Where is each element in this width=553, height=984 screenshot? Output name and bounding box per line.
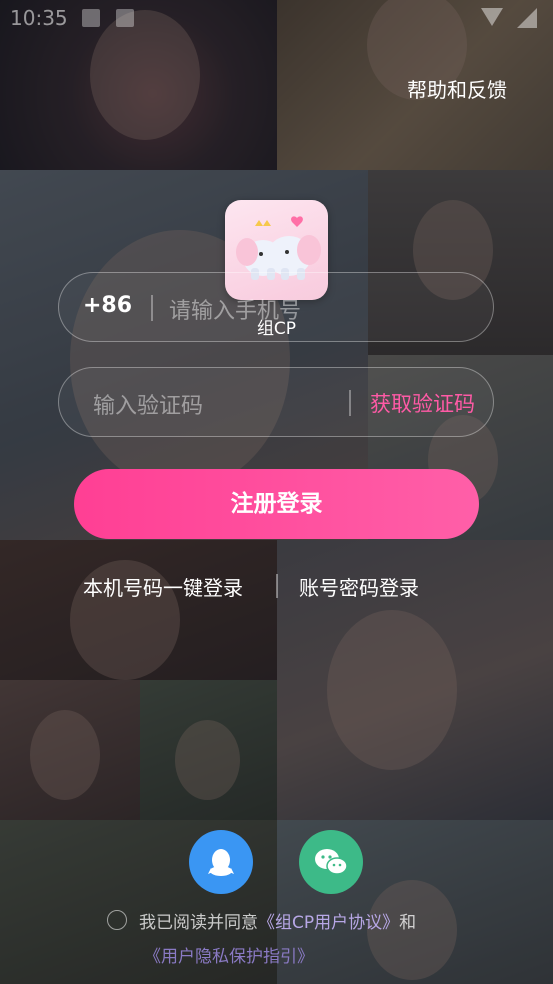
country-code-selector[interactable]: +86	[83, 293, 132, 318]
alt-login-divider	[276, 574, 278, 598]
status-bar: 10:35	[0, 0, 553, 36]
notification-icon	[116, 9, 134, 27]
wechat-login-button[interactable]	[299, 830, 363, 894]
user-agreement-link[interactable]: 《组CP用户协议》	[258, 913, 399, 933]
phone-input[interactable]: 请输入手机号	[169, 293, 301, 325]
password-login-link[interactable]: 账号密码登录	[299, 572, 419, 601]
privacy-policy-link[interactable]: 《用户隐私保护指引》	[144, 942, 314, 967]
phone-field[interactable]: +86 请输入手机号	[58, 272, 494, 342]
code-input[interactable]: 输入验证码	[93, 388, 203, 420]
signal-icon	[517, 8, 537, 28]
agreement-joiner: 和	[399, 913, 417, 933]
status-time: 10:35	[10, 6, 68, 30]
one-click-login-link[interactable]: 本机号码一键登录	[83, 572, 243, 601]
notification-icon	[82, 9, 100, 27]
verification-code-field[interactable]: 输入验证码 获取验证码	[58, 367, 494, 437]
agreement-prefix: 我已阅读并同意	[139, 913, 258, 933]
wifi-icon	[481, 8, 503, 26]
field-divider	[151, 295, 153, 321]
register-login-button[interactable]: 注册登录	[74, 469, 479, 539]
agreement-checkbox[interactable]	[107, 910, 127, 930]
agreement-text: 我已阅读并同意《组CP用户协议》和	[139, 908, 416, 933]
qq-login-button[interactable]	[189, 830, 253, 894]
wechat-icon	[315, 849, 348, 875]
qq-icon	[208, 849, 234, 876]
field-divider	[349, 390, 351, 416]
get-code-button[interactable]: 获取验证码	[370, 388, 475, 418]
help-feedback-link[interactable]: 帮助和反馈	[407, 74, 507, 103]
